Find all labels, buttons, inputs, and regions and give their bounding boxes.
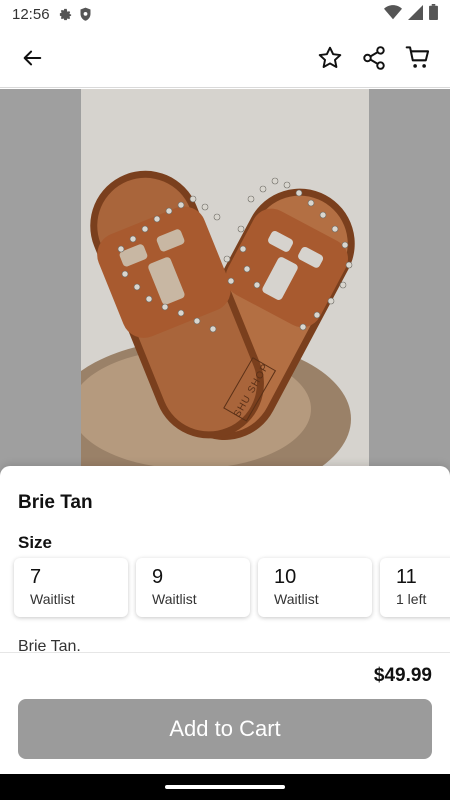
size-availability: Waitlist [30,591,75,607]
app-bar [0,28,450,88]
cart-icon [405,46,429,68]
home-gesture-handle[interactable] [165,785,285,789]
size-availability: 1 left [396,591,427,607]
size-label: Size [18,533,53,552]
size-number: 11 [396,566,417,588]
product-description: Brie Tan. [18,638,81,655]
shield-icon [79,7,92,22]
system-nav-bar [0,774,450,800]
product-price: $49.99 [373,665,432,686]
star-outline-icon [318,46,342,68]
size-number: 7 [30,566,42,588]
product-image-area: SHU SHOP [0,89,450,479]
size-availability: Waitlist [152,591,197,607]
divider [0,652,450,653]
back-arrow-icon [23,50,42,65]
size-option-9[interactable]: 9 Waitlist [136,558,250,617]
size-number: 9 [152,566,164,588]
size-option-10[interactable]: 10 Waitlist [258,558,372,617]
size-availability: Waitlist [274,591,319,607]
wifi-icon [384,4,402,24]
favorite-button[interactable] [312,40,348,76]
gear-icon [58,7,73,22]
add-to-cart-button[interactable]: Add to Cart [18,699,432,759]
share-button[interactable] [356,40,392,76]
back-button[interactable] [14,40,50,76]
size-number: 10 [274,566,297,588]
cart-button[interactable] [400,40,436,76]
size-selector: 7 Waitlist 9 Waitlist 10 Waitlist 11 1 l… [14,558,450,617]
battery-icon [429,4,438,24]
sandals-illustration: SHU SHOP [81,89,369,479]
share-icon [363,45,385,70]
signal-icon [408,4,423,24]
status-right-icons [384,4,438,24]
product-details-sheet: Brie Tan Size 7 Waitlist 9 Waitlist 10 W… [0,466,450,800]
app-bar-actions [312,40,436,76]
size-option-11[interactable]: 11 1 left [380,558,450,617]
product-title: Brie Tan [18,492,93,513]
product-photo[interactable]: SHU SHOP [81,89,369,479]
status-time: 12:56 [12,5,50,23]
size-option-7[interactable]: 7 Waitlist [14,558,128,617]
status-bar: 12:56 [0,0,450,28]
product-screen: 12:56 SHU SHOP Brie Tan Size 7 Waitlist … [0,0,450,800]
